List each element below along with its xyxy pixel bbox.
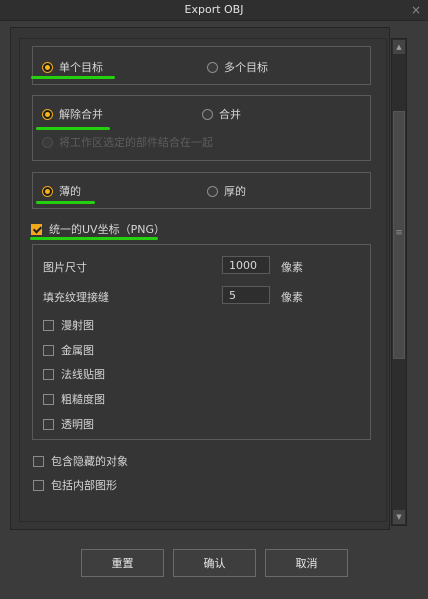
- close-icon[interactable]: ×: [410, 0, 422, 20]
- checkbox-indicator: [43, 319, 54, 331]
- radio-indicator: [202, 108, 213, 120]
- padding-unit: 像素: [281, 291, 303, 304]
- radio-label: 合并: [219, 108, 241, 121]
- checkbox-uniform-uv[interactable]: 统一的UV坐标（PNG）: [31, 221, 165, 237]
- image-size-input[interactable]: [222, 256, 270, 274]
- highlight-underline: [36, 127, 110, 130]
- checkbox-indicator: [43, 344, 54, 356]
- radio-indicator: [42, 136, 53, 148]
- checkbox-roughness-map[interactable]: 粗糙度图: [43, 391, 105, 407]
- scroll-down-icon[interactable]: ▼: [393, 510, 405, 524]
- highlight-underline: [30, 237, 158, 240]
- window-title: Export OBJ: [184, 3, 244, 16]
- reset-button[interactable]: 重置: [81, 549, 164, 577]
- image-size-label: 图片尺寸: [43, 261, 87, 274]
- checkbox-indicator: [31, 223, 42, 235]
- radio-indicator: [207, 185, 218, 197]
- checkbox-label: 粗糙度图: [61, 393, 105, 406]
- radio-single-target[interactable]: 单个目标: [42, 59, 103, 75]
- title-bar: Export OBJ ×: [0, 0, 428, 21]
- radio-label: 单个目标: [59, 61, 103, 74]
- checkbox-include-inner[interactable]: 包括内部图形: [33, 477, 117, 493]
- radio-merge[interactable]: 合并: [202, 106, 241, 122]
- checkbox-metal-map[interactable]: 金属图: [43, 342, 94, 358]
- radio-label: 多个目标: [224, 61, 268, 74]
- checkbox-indicator: [33, 479, 44, 491]
- checkbox-normal-map[interactable]: 法线贴图: [43, 366, 105, 382]
- radio-indicator: [42, 108, 53, 120]
- checkbox-include-hidden[interactable]: 包含隐藏的对象: [33, 453, 128, 469]
- radio-merge-selected: 将工作区选定的部件结合在一起: [42, 134, 213, 150]
- checkbox-label: 法线贴图: [61, 368, 105, 381]
- vertical-scrollbar[interactable]: ▲ ≡ ▼: [391, 38, 407, 526]
- checkbox-label: 透明图: [61, 418, 94, 431]
- checkbox-indicator: [43, 393, 54, 405]
- radio-label: 将工作区选定的部件结合在一起: [59, 136, 213, 149]
- checkbox-label: 包括内部图形: [51, 479, 117, 492]
- radio-indicator: [207, 61, 218, 73]
- checkbox-label: 统一的UV坐标（PNG）: [49, 223, 165, 236]
- grip-icon: ≡: [395, 228, 403, 238]
- radio-indicator: [42, 61, 53, 73]
- checkbox-label: 漫射图: [61, 319, 94, 332]
- confirm-button[interactable]: 确认: [173, 549, 256, 577]
- radio-unmerge[interactable]: 解除合并: [42, 106, 103, 122]
- radio-indicator: [42, 185, 53, 197]
- padding-label: 填充纹理接缝: [43, 291, 109, 304]
- radio-label: 解除合并: [59, 108, 103, 121]
- checkbox-indicator: [43, 418, 54, 430]
- checkbox-diffuse-map[interactable]: 漫射图: [43, 317, 94, 333]
- radio-label: 薄的: [59, 185, 81, 198]
- checkbox-transparency-map[interactable]: 透明图: [43, 416, 94, 432]
- radio-thick[interactable]: 厚的: [207, 183, 246, 199]
- radio-multi-target[interactable]: 多个目标: [207, 59, 268, 75]
- checkbox-label: 金属图: [61, 344, 94, 357]
- highlight-underline: [31, 76, 115, 79]
- padding-input[interactable]: [222, 286, 270, 304]
- radio-thin[interactable]: 薄的: [42, 183, 81, 199]
- checkbox-label: 包含隐藏的对象: [51, 455, 128, 468]
- radio-label: 厚的: [224, 185, 246, 198]
- checkbox-indicator: [33, 455, 44, 467]
- scroll-up-icon[interactable]: ▲: [393, 40, 405, 54]
- checkbox-indicator: [43, 368, 54, 380]
- highlight-underline: [36, 201, 95, 204]
- scroll-thumb[interactable]: ≡: [393, 111, 405, 359]
- image-size-unit: 像素: [281, 261, 303, 274]
- cancel-button[interactable]: 取消: [265, 549, 348, 577]
